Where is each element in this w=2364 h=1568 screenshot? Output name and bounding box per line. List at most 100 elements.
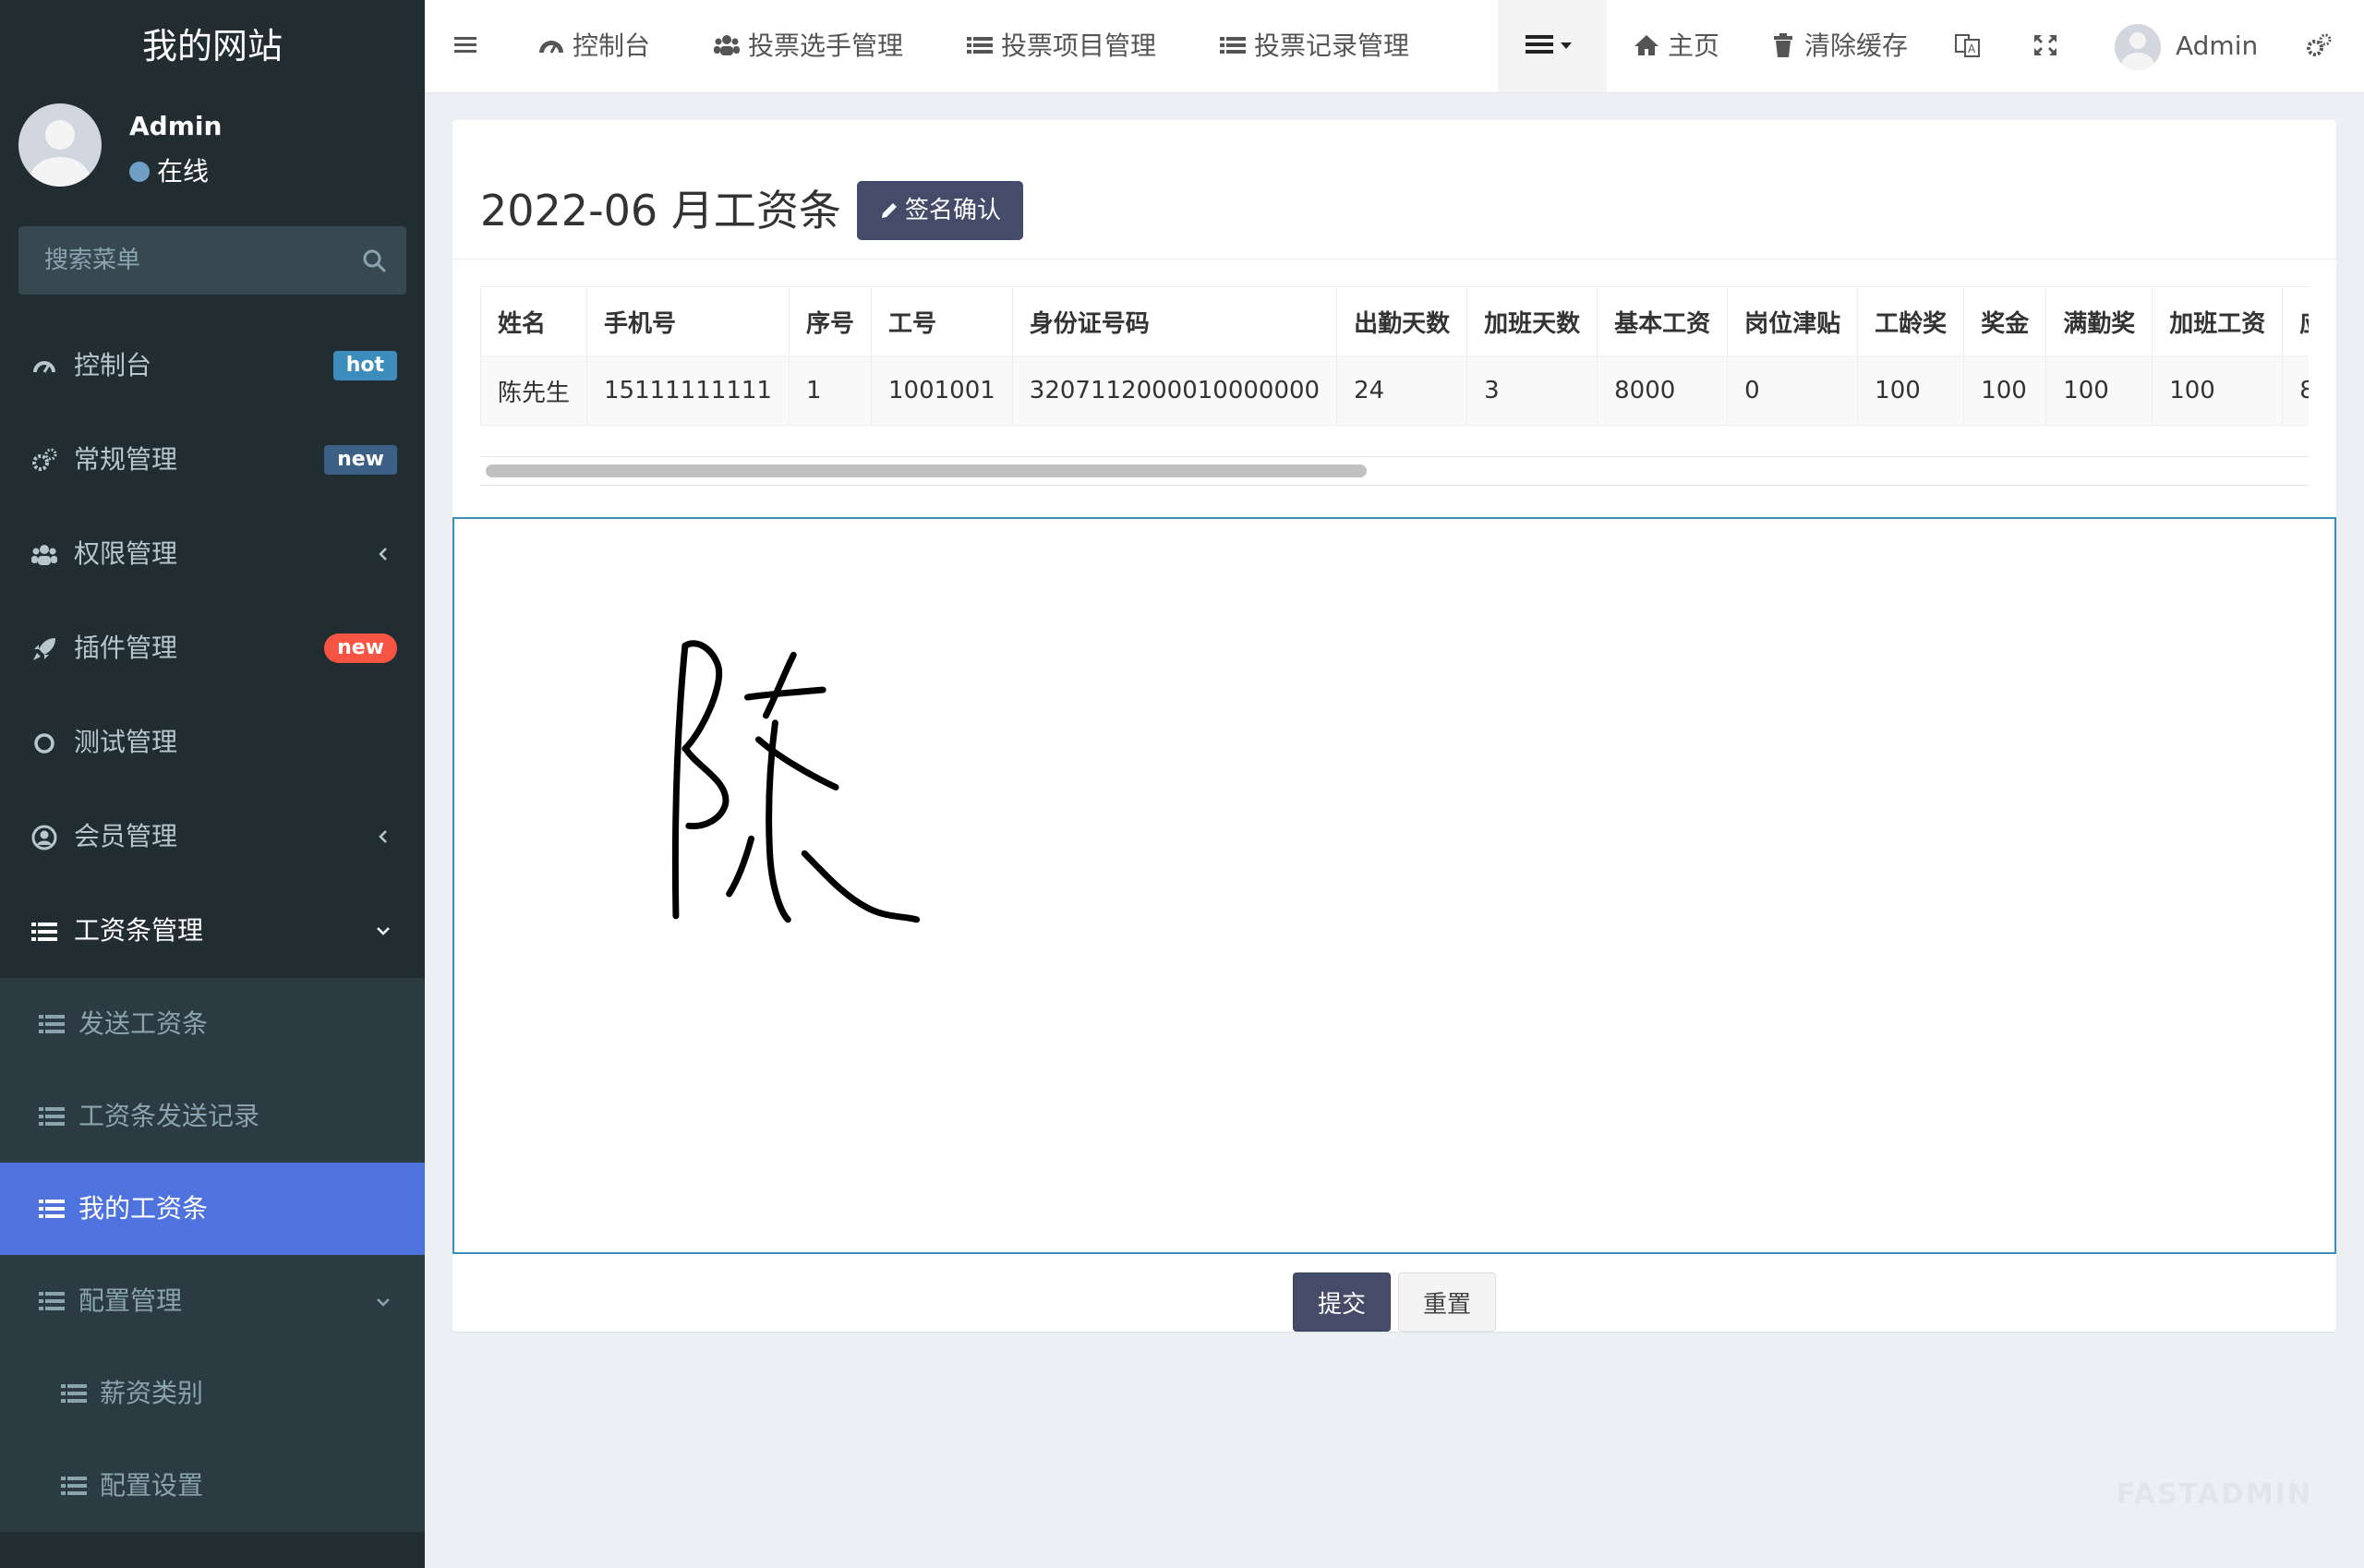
circle-icon [34, 733, 54, 754]
expand-icon [2034, 35, 2056, 55]
group-icon [714, 35, 740, 55]
rocket-icon [33, 638, 55, 660]
column-header: 手机号 [586, 286, 790, 356]
column-header: 序号 [788, 286, 873, 356]
menu-search-input[interactable] [18, 226, 384, 295]
user-name: Admin [2176, 30, 2259, 61]
sidebar-item-label: 薪资类别 [100, 1378, 204, 1408]
sidebar-item-dashboard[interactable]: 控制台 hot [0, 319, 425, 413]
sign-confirm-button[interactable]: 签名确认 [857, 181, 1024, 240]
tab-vote-records[interactable]: 投票记录管理 [1219, 0, 1409, 92]
sidebar-item-label: 工资条发送记录 [78, 1101, 260, 1131]
tab-label: 控制台 [573, 30, 651, 61]
chevron-left-icon [379, 830, 387, 843]
translate-icon: A [1955, 34, 1980, 57]
table-cell: 15111111111 [586, 356, 790, 426]
sidebar-item-members[interactable]: 会员管理 [0, 790, 425, 884]
online-dot-icon [129, 162, 150, 182]
chevron-down-icon [377, 927, 390, 935]
new-badge: new [324, 445, 397, 475]
user-panel: Admin 在线 [0, 92, 425, 205]
column-header: 加班工资 [2152, 286, 2284, 356]
sidebar-item-send-records[interactable]: 工资条发送记录 [0, 1070, 425, 1163]
sidebar-item-salary-category[interactable]: 薪资类别 [0, 1347, 425, 1440]
sidebar-item-test[interactable]: 测试管理 [0, 695, 425, 790]
site-logo[interactable]: 我的网站 [0, 0, 425, 92]
status-text: 在线 [157, 156, 210, 187]
trash-icon [1774, 33, 1792, 57]
sidebar-item-plugins[interactable]: 插件管理 new [0, 601, 425, 695]
submit-button[interactable]: 提交 [1293, 1272, 1392, 1332]
column-header: 奖金 [1963, 286, 2047, 356]
column-header: 岗位津贴 [1727, 286, 1859, 356]
list-icon [31, 923, 57, 941]
sidebar-item-config-settings[interactable]: 配置设置 [0, 1440, 425, 1532]
column-header: 满勤奖 [2045, 286, 2153, 356]
table-cell: 1 [788, 356, 873, 426]
clear-cache-label: 清除缓存 [1804, 30, 1909, 61]
chevron-left-icon [379, 548, 387, 561]
cogs-icon [2307, 33, 2332, 56]
list-icon [1220, 37, 1246, 54]
scrollbar-thumb[interactable] [486, 464, 1367, 477]
tab-vote-projects[interactable]: 投票项目管理 [966, 0, 1156, 92]
more-tabs-dropdown[interactable] [1498, 0, 1607, 92]
home-link[interactable]: 主页 [1633, 0, 1719, 92]
sidebar-item-label: 工资条管理 [74, 915, 204, 946]
svg-text:A: A [1968, 42, 1976, 55]
hot-badge: hot [332, 351, 397, 380]
fullscreen-button[interactable] [2032, 0, 2059, 92]
tab-label: 投票记录管理 [1254, 30, 1410, 61]
fastadmin-watermark: FASTADMIN [2117, 1478, 2312, 1511]
signature-canvas[interactable] [452, 517, 2336, 1254]
column-header: 姓名 [480, 286, 588, 356]
table-cell: 3 [1466, 356, 1598, 426]
list-icon [39, 1292, 65, 1310]
table-cell: 0 [1727, 356, 1859, 426]
reset-button[interactable]: 重置 [1398, 1272, 1497, 1332]
column-header: 工号 [871, 286, 1013, 356]
column-header: 身份证号码 [1011, 286, 1338, 356]
table-cell: 陈先生 [480, 356, 588, 426]
sidebar-item-config[interactable]: 配置管理 [0, 1255, 425, 1347]
cogs-icon [32, 448, 57, 471]
dashboard-icon [33, 361, 55, 373]
table-cell: 100 [2045, 356, 2153, 426]
page-title: 2022-06 月工资条 [480, 186, 841, 235]
tab-dashboard[interactable]: 控制台 [537, 0, 650, 92]
home-label: 主页 [1668, 30, 1720, 61]
sidebar-item-permission[interactable]: 权限管理 [0, 507, 425, 601]
user-status: 在线 [129, 151, 209, 188]
search-icon[interactable] [356, 243, 393, 280]
sidebar-item-general[interactable]: 常规管理 new [0, 413, 425, 507]
dashboard-icon [539, 41, 563, 54]
list-dropdown-icon [1526, 35, 1572, 54]
sign-button-label: 签名确认 [905, 197, 1002, 224]
language-button[interactable]: A [1954, 0, 1982, 92]
settings-button[interactable] [2305, 0, 2333, 92]
bars-icon [454, 37, 476, 53]
sidebar-item-my-payslip[interactable]: 我的工资条 [0, 1163, 425, 1255]
horizontal-scrollbar[interactable] [480, 456, 2309, 486]
payslip-submenu: 发送工资条 工资条发送记录 我的工资条 配置管理 薪资类别 配置设置 [0, 978, 425, 1532]
tab-vote-players[interactable]: 投票选手管理 [713, 0, 903, 92]
sidebar-item-label: 我的工资条 [78, 1193, 209, 1224]
column-header: 工龄奖 [1857, 286, 1965, 356]
sidebar-item-payslip[interactable]: 工资条管理 [0, 884, 425, 978]
clear-cache-button[interactable]: 清除缓存 [1769, 0, 1908, 92]
sidebar-toggle-button[interactable] [452, 0, 480, 92]
column-header: 基本工资 [1597, 286, 1729, 356]
new-badge: new [324, 633, 397, 663]
list-icon [61, 1477, 87, 1495]
user-menu[interactable]: Admin [2115, 0, 2258, 92]
sidebar-item-send-payslip[interactable]: 发送工资条 [0, 978, 425, 1070]
column-header: 应 [2282, 286, 2309, 356]
pencil-icon [882, 203, 897, 218]
table-cell: 100 [1963, 356, 2047, 426]
user-name: Admin [129, 111, 223, 141]
table-cell: 1001001 [871, 356, 1013, 426]
list-icon [39, 1200, 65, 1218]
sidebar: 我的网站 Admin 在线 控制台 hot [0, 0, 425, 1568]
chevron-down-icon [377, 1298, 390, 1307]
table-row: 陈先生 15111111111 1 1001001 32071120000100… [480, 356, 2309, 426]
